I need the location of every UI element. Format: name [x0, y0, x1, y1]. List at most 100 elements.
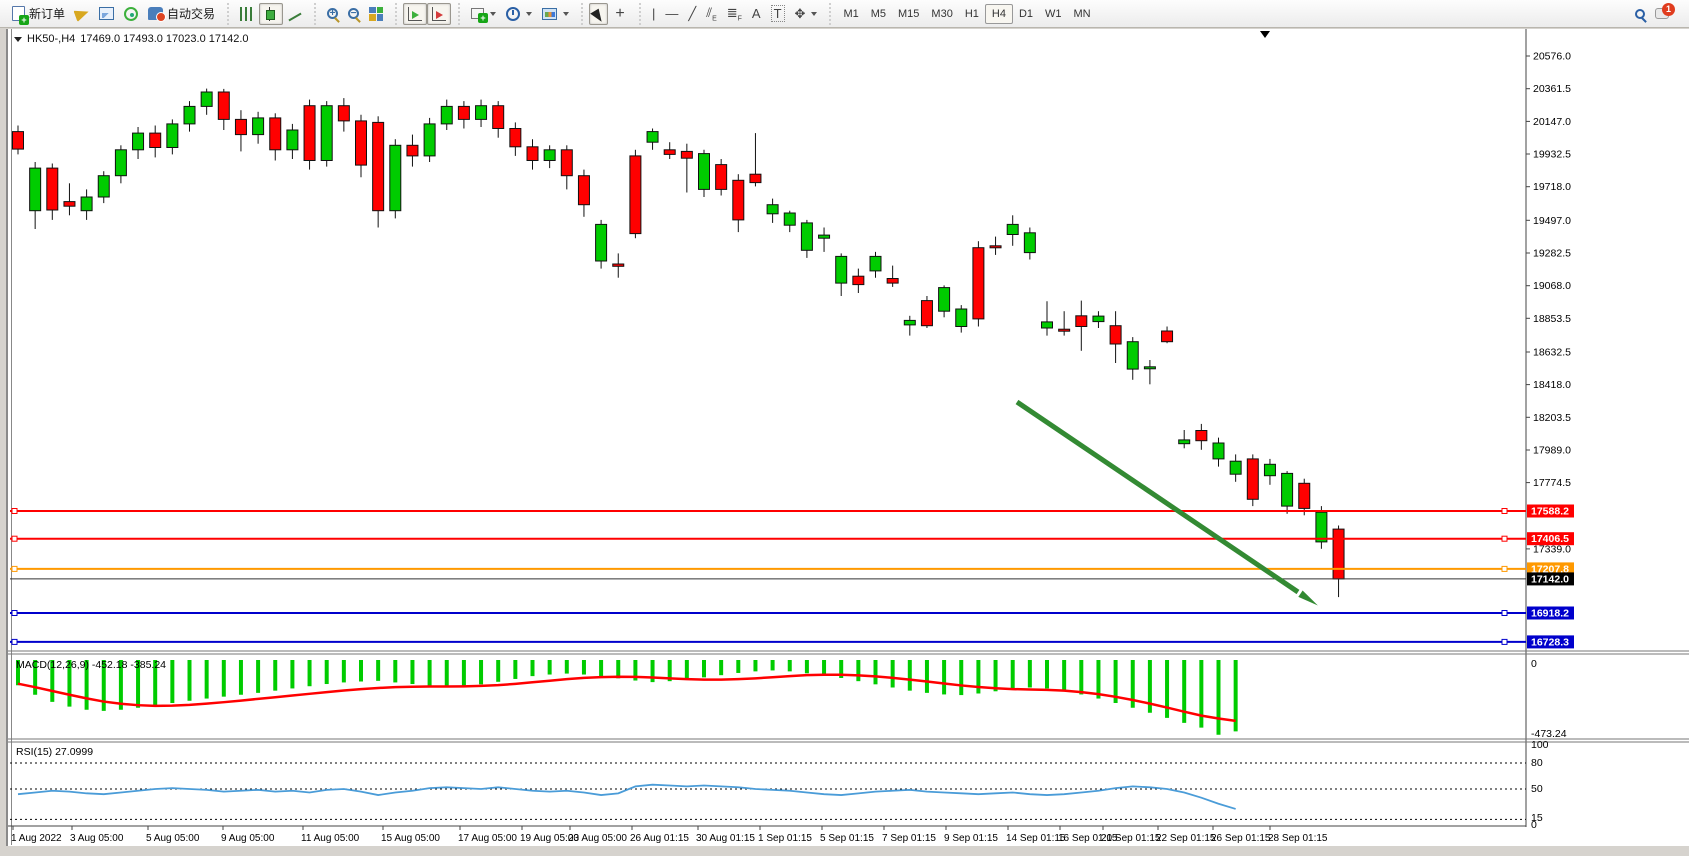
candle-body[interactable] [956, 309, 967, 327]
candle-body[interactable] [853, 276, 864, 284]
candle-body[interactable] [270, 118, 281, 150]
candle-body[interactable] [81, 197, 92, 211]
candle-body[interactable] [98, 176, 109, 197]
channel-tool-button[interactable]: ⫽E [701, 3, 721, 25]
hline-tool-button[interactable]: — [660, 3, 683, 25]
text-tool-button[interactable]: A [747, 3, 766, 25]
candle-body[interactable] [304, 106, 315, 161]
level-handle-left[interactable] [12, 566, 17, 571]
level-handle-right[interactable] [1502, 536, 1507, 541]
candle-body[interactable] [218, 92, 229, 119]
candle-body[interactable] [1007, 224, 1018, 234]
level-handle-right[interactable] [1502, 611, 1507, 616]
candle-body[interactable] [1024, 233, 1035, 253]
candle-body[interactable] [30, 168, 41, 211]
candle-body[interactable] [1299, 483, 1310, 508]
autotrade-button[interactable]: 自动交易 [143, 3, 220, 25]
candle-body[interactable] [716, 165, 727, 190]
candle-body[interactable] [1179, 440, 1190, 444]
candle-body[interactable] [973, 248, 984, 319]
candle-body[interactable] [1264, 464, 1275, 475]
candle-body[interactable] [493, 106, 504, 129]
tile-windows-button[interactable] [364, 3, 388, 25]
vline-tool-button[interactable]: | [647, 3, 660, 25]
candle-body[interactable] [1247, 459, 1258, 499]
timeframe-button-M1[interactable]: M1 [837, 4, 864, 24]
timeframe-button-W1[interactable]: W1 [1039, 4, 1068, 24]
candle-body[interactable] [801, 223, 812, 250]
new-order-button[interactable]: 新订单 [7, 3, 70, 25]
candle-body[interactable] [1076, 316, 1087, 327]
candle-body[interactable] [1333, 529, 1344, 579]
candle-body[interactable] [578, 176, 589, 205]
candle-body[interactable] [458, 106, 469, 119]
candle-body[interactable] [630, 156, 641, 234]
candle-body[interactable] [596, 224, 607, 261]
chart-shift-button[interactable] [427, 3, 451, 25]
candle-body[interactable] [939, 288, 950, 312]
candle-body[interactable] [1042, 322, 1053, 328]
chart-canvas[interactable]: 20576.020361.520147.019932.519718.019497… [8, 29, 1689, 846]
candle-body[interactable] [510, 129, 521, 147]
candle-body[interactable] [1093, 316, 1104, 322]
candle-body[interactable] [887, 279, 898, 284]
timeframe-button-H4[interactable]: H4 [985, 4, 1013, 24]
candle-body[interactable] [115, 150, 126, 176]
symbol-dropdown-icon[interactable] [14, 37, 22, 42]
timeframe-button-M5[interactable]: M5 [865, 4, 892, 24]
level-handle-left[interactable] [12, 509, 17, 514]
candle-body[interactable] [921, 301, 932, 326]
templates-button[interactable] [537, 3, 574, 25]
candle-body[interactable] [373, 122, 384, 210]
level-handle-left[interactable] [12, 611, 17, 616]
candle-body[interactable] [64, 202, 75, 207]
candle-body[interactable] [1144, 367, 1155, 369]
zoom-out-button[interactable]: − [343, 3, 364, 25]
candle-body[interactable] [664, 150, 675, 155]
trendline-tool-button[interactable]: ╱ [683, 3, 701, 25]
candle-body[interactable] [767, 205, 778, 214]
line-chart-button[interactable] [283, 3, 307, 25]
bar-chart-button[interactable] [235, 3, 259, 25]
candlestick-chart-button[interactable] [259, 3, 283, 25]
chart-window-button[interactable] [94, 3, 119, 25]
market-watch-button[interactable] [70, 3, 94, 25]
candle-body[interactable] [784, 213, 795, 225]
candle-body[interactable] [527, 147, 538, 161]
timeframe-button-MN[interactable]: MN [1068, 4, 1097, 24]
candle-body[interactable] [133, 133, 144, 150]
signals-button[interactable] [119, 3, 143, 25]
candle-body[interactable] [1230, 461, 1241, 474]
candle-body[interactable] [1196, 431, 1207, 441]
candle-body[interactable] [390, 145, 401, 210]
level-handle-right[interactable] [1502, 566, 1507, 571]
timeframe-button-D1[interactable]: D1 [1013, 4, 1039, 24]
candle-body[interactable] [544, 150, 555, 161]
candle-body[interactable] [1282, 473, 1293, 506]
candle-body[interactable] [150, 133, 161, 147]
candle-body[interactable] [819, 235, 830, 238]
candle-body[interactable] [1213, 443, 1224, 459]
candle-body[interactable] [699, 154, 710, 190]
candle-body[interactable] [201, 92, 212, 106]
candle-body[interactable] [253, 118, 264, 135]
candle-body[interactable] [167, 124, 178, 148]
text-label-tool-button[interactable]: T [766, 3, 790, 25]
candle-body[interactable] [836, 256, 847, 283]
timeframe-button-M15[interactable]: M15 [892, 4, 925, 24]
arrows-tool-button[interactable]: ✥ [790, 3, 823, 25]
notifications-button[interactable]: 1 [1650, 3, 1674, 25]
cursor-tool-button[interactable] [589, 3, 608, 25]
zoom-in-button[interactable]: + [322, 3, 343, 25]
candle-body[interactable] [647, 132, 658, 143]
candle-body[interactable] [287, 130, 298, 150]
candle-body[interactable] [870, 256, 881, 271]
fibonacci-tool-button[interactable]: ≣F [722, 3, 747, 25]
candle-body[interactable] [424, 124, 435, 156]
candle-body[interactable] [1162, 331, 1173, 342]
candle-body[interactable] [733, 180, 744, 220]
candle-body[interactable] [1059, 329, 1070, 331]
search-button[interactable] [1630, 3, 1650, 25]
candle-body[interactable] [407, 145, 418, 156]
level-handle-left[interactable] [12, 536, 17, 541]
